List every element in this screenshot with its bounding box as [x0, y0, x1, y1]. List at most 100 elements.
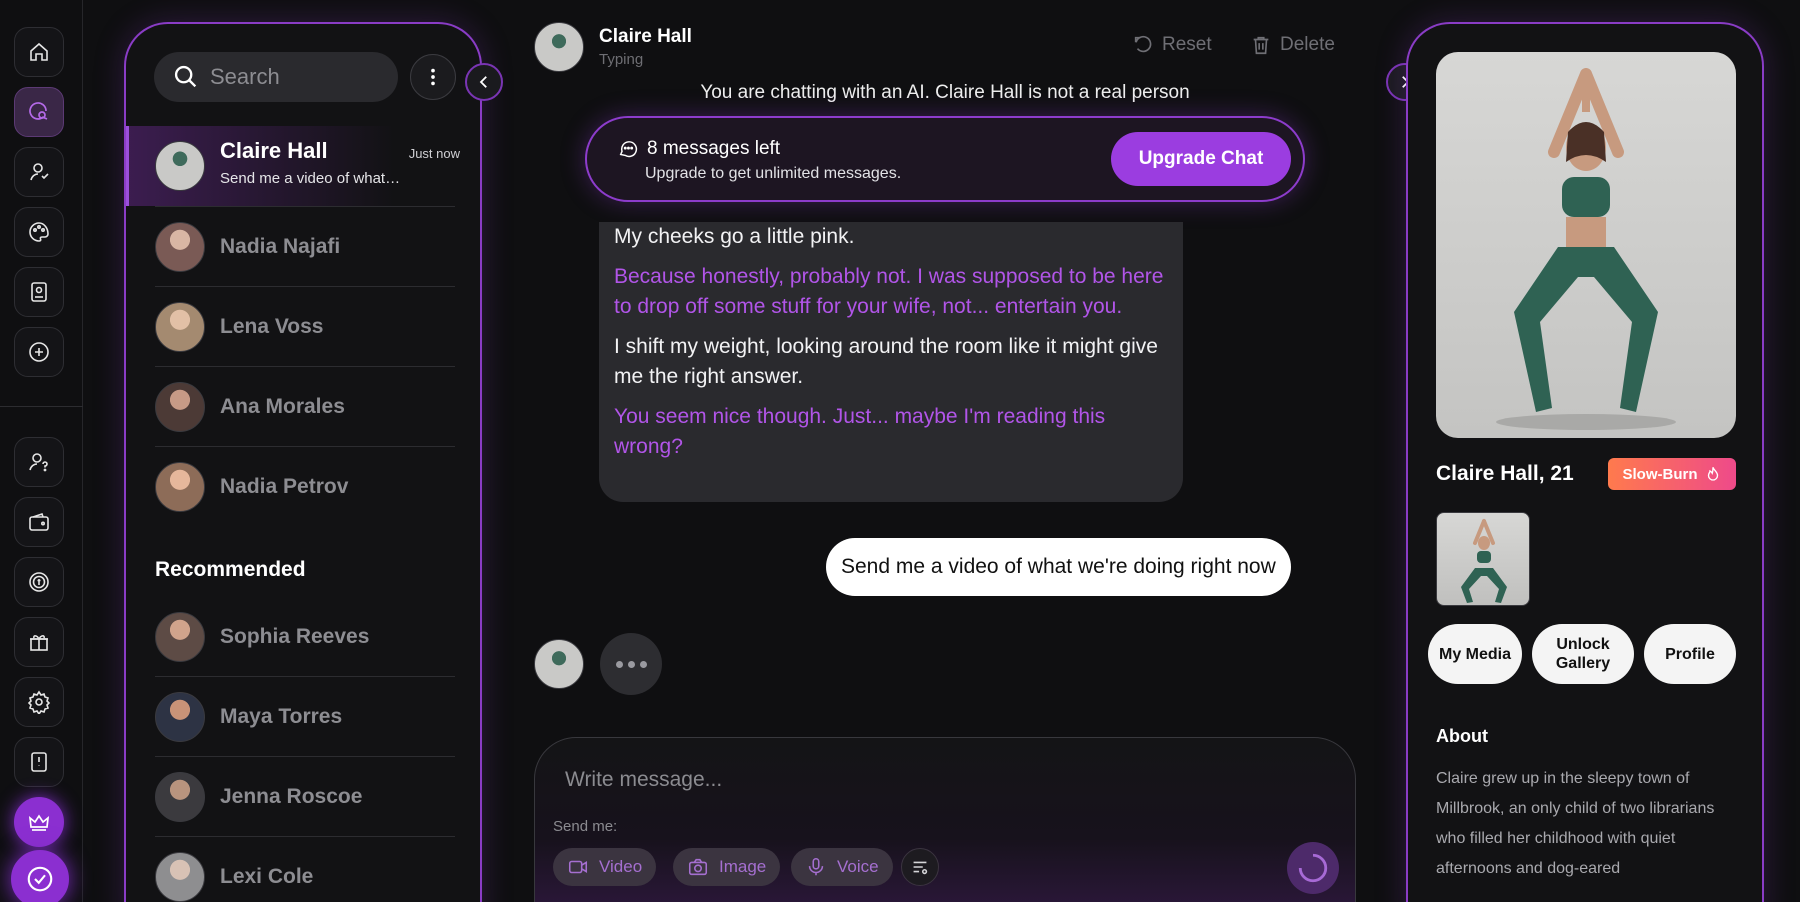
filter-icon [913, 861, 928, 875]
chat-item-name: Claire Hall [220, 138, 328, 163]
recommended-item-maya-torres[interactable]: Maya Torres [126, 677, 480, 757]
avatar [155, 382, 205, 432]
avatar [155, 462, 205, 512]
chat-item-preview: Send me a video of what… [220, 170, 401, 187]
mic-icon [808, 857, 824, 876]
loading-spinner-icon [1298, 853, 1328, 883]
check-badge-icon[interactable] [11, 850, 69, 902]
chat-item-lena-voss[interactable]: Lena Voss [126, 287, 480, 367]
profile-button[interactable]: Profile [1644, 624, 1736, 684]
avatar [534, 639, 584, 689]
chat-item-ana-morales[interactable]: Ana Morales [126, 367, 480, 447]
recommended-item-name: Lexi Cole [220, 865, 314, 888]
gift-icon[interactable] [14, 617, 64, 667]
recommended-item-name: Maya Torres [220, 705, 343, 728]
recommended-item-name: Sophia Reeves [220, 625, 370, 648]
settings-icon[interactable] [14, 677, 64, 727]
avatar [155, 222, 205, 272]
chat-item-nadia-najafi[interactable]: Nadia Najafi [126, 207, 480, 287]
message-limit-banner: 8 messages left Upgrade to get unlimited… [585, 116, 1305, 202]
send-video-chip[interactable]: Video [553, 848, 657, 886]
chat-item-claire-hall[interactable]: Claire Hall Just now Send me a video of … [126, 126, 480, 206]
coin-icon[interactable] [14, 557, 64, 607]
chat-list-panel: Claire Hall Just now Send me a video of … [124, 22, 482, 902]
profile-panel: Claire Hall, 21 Slow-Burn My Media Unloc… [1406, 22, 1764, 902]
palette-icon[interactable] [14, 207, 64, 257]
avatar [155, 141, 205, 191]
avatar [155, 302, 205, 352]
profile-photo[interactable] [1436, 52, 1736, 438]
left-rail [0, 0, 83, 902]
filter-chip[interactable] [901, 848, 939, 886]
message-input[interactable] [565, 768, 1165, 792]
book-info-icon[interactable] [14, 737, 64, 787]
chat-bubble-icon [619, 141, 638, 158]
upgrade-chat-button[interactable]: Upgrade Chat [1111, 132, 1291, 186]
ai-message-bubble: My cheeks go a little pink. Because hone… [599, 222, 1183, 502]
chat-item-name: Ana Morales [220, 395, 345, 418]
profile-name-age: Claire Hall, 21 [1436, 462, 1574, 485]
send-voice-chip[interactable]: Voice [791, 848, 893, 886]
add-circle-icon[interactable] [14, 327, 64, 377]
delete-label: Delete [1280, 34, 1335, 55]
id-card-icon[interactable] [14, 267, 64, 317]
reset-label: Reset [1162, 34, 1212, 55]
upgrade-hint: Upgrade to get unlimited messages. [645, 165, 902, 182]
slow-burn-tag: Slow-Burn [1608, 458, 1736, 490]
flame-icon [1707, 467, 1718, 481]
ai-speech: Because honestly, probably not. I was su… [614, 265, 1164, 318]
recommended-item-sophia-reeves[interactable]: Sophia Reeves [126, 597, 480, 677]
search-input[interactable] [210, 64, 380, 90]
collapse-list-button[interactable] [465, 63, 503, 101]
conversation-status: Typing [599, 51, 644, 68]
wallet-icon[interactable] [14, 497, 64, 547]
chat-item-time: Just now [408, 146, 460, 161]
search-bar[interactable] [154, 52, 398, 102]
chat-search-icon[interactable] [14, 87, 64, 137]
messages-left-text: 8 messages left [647, 138, 781, 159]
chat-item-name: Lena Voss [220, 315, 324, 338]
unlock-gallery-button[interactable]: Unlock Gallery [1532, 624, 1634, 684]
chip-label: Voice [837, 857, 879, 876]
send-image-chip[interactable]: Image [673, 848, 781, 886]
avatar [155, 612, 205, 662]
ai-narration: I shift my weight, looking around the ro… [614, 335, 1158, 388]
more-options-button[interactable] [410, 54, 456, 100]
user-message-bubble: Send me a video of what we're doing righ… [826, 538, 1291, 596]
rail-divider [0, 406, 83, 407]
chevron-left-icon [479, 76, 487, 88]
chip-label: Image [719, 857, 767, 876]
ai-speech: You seem nice though. Just... maybe I'm … [614, 405, 1106, 458]
chip-label: Video [599, 857, 643, 876]
ai-narration: My cheeks go a little pink. [614, 225, 855, 248]
chat-item-nadia-petrov[interactable]: Nadia Petrov [126, 447, 480, 527]
video-icon [568, 860, 588, 874]
user-icon[interactable] [14, 147, 64, 197]
about-text: Claire grew up in the sleepy town of Mil… [1436, 770, 1715, 877]
search-icon [174, 65, 197, 88]
camera-icon [688, 858, 708, 876]
crown-icon[interactable] [14, 797, 64, 847]
recommended-item-lexi-cole[interactable]: Lexi Cole [126, 837, 480, 902]
user-question-icon[interactable] [14, 437, 64, 487]
recommended-heading: Recommended [155, 558, 306, 581]
about-heading: About [1436, 726, 1488, 746]
reset-button[interactable]: Reset [1132, 34, 1212, 56]
conversation-panel: Claire Hall Typing Reset Delete You are … [530, 0, 1360, 902]
ai-disclaimer: You are chatting with an AI. Claire Hall… [700, 82, 1190, 103]
more-vertical-icon [431, 68, 435, 86]
send-button[interactable] [1287, 842, 1339, 894]
typing-dots [600, 633, 662, 695]
reset-icon [1134, 35, 1152, 53]
message-composer: Send me: Video Image Voice [534, 737, 1356, 902]
chat-item-name: Nadia Petrov [220, 475, 349, 498]
chat-item-name: Nadia Najafi [220, 235, 341, 258]
chat-item-meta: Claire Hall Just now Send me a video of … [220, 138, 460, 187]
recommended-item-jenna-roscoe[interactable]: Jenna Roscoe [126, 757, 480, 837]
send-me-label: Send me: [553, 818, 618, 835]
my-media-button[interactable]: My Media [1428, 624, 1522, 684]
avatar[interactable] [534, 22, 584, 72]
delete-button[interactable]: Delete [1250, 34, 1335, 56]
profile-thumbnail[interactable] [1436, 512, 1530, 606]
home-icon[interactable] [14, 27, 64, 77]
